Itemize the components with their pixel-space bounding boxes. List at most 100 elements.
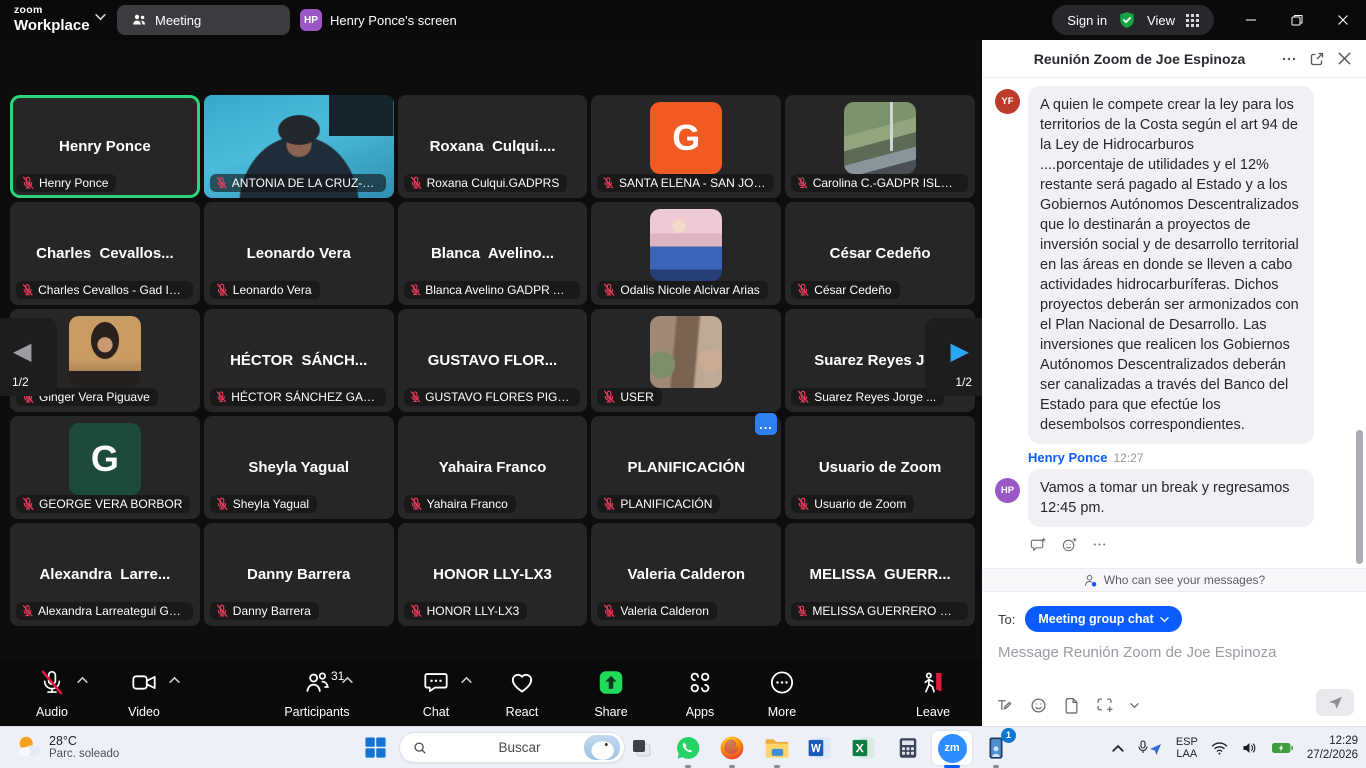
toolbar-leave-button[interactable]: Leave bbox=[897, 667, 969, 721]
chevron-down-icon[interactable] bbox=[95, 13, 106, 21]
toolbar-more-button[interactable]: More bbox=[746, 667, 818, 721]
participant-tile[interactable]: Roxana Culqui....Roxana Culqui.GADPRS bbox=[398, 95, 588, 198]
recipient-selector[interactable]: Meeting group chat bbox=[1025, 606, 1181, 632]
chevron-up-icon[interactable] bbox=[461, 676, 472, 684]
participant-tile[interactable]: Yahaira FrancoYahaira Franco bbox=[398, 416, 588, 519]
calculator-icon bbox=[896, 736, 920, 760]
hidden-icons-chevron[interactable] bbox=[1112, 744, 1124, 753]
restore-button[interactable] bbox=[1274, 0, 1320, 40]
tab-henry-ponces-screen[interactable]: HP Henry Ponce's screen bbox=[300, 5, 457, 35]
participant-tile[interactable]: USER bbox=[591, 309, 781, 412]
close-chat-icon[interactable] bbox=[1337, 51, 1352, 66]
windows-start-button[interactable] bbox=[364, 736, 387, 759]
taskbar-clock[interactable]: 12:29 27/2/2026 bbox=[1307, 734, 1358, 762]
participant-tile[interactable]: HONOR LLY-LX3HONOR LLY-LX3 bbox=[398, 523, 588, 626]
chat-more-button[interactable] bbox=[1281, 51, 1297, 67]
participant-tile[interactable]: MELISSA GUERR...MELISSA GUERRERO GADP... bbox=[785, 523, 975, 626]
participant-tile[interactable]: Alexandra Larre...Alexandra Larreategui … bbox=[10, 523, 200, 626]
toolbar-share-button[interactable]: Share bbox=[575, 667, 647, 721]
toolbar-apps-button[interactable]: Apps bbox=[664, 667, 736, 721]
chat-scrollbar[interactable] bbox=[1356, 430, 1363, 564]
grid-next-page-button[interactable]: ▶ 1/2 bbox=[925, 318, 982, 396]
screenshot-icon[interactable] bbox=[1096, 697, 1113, 714]
participant-tile[interactable]: Henry PonceHenry Ponce bbox=[10, 95, 200, 198]
taskbar-weather-widget[interactable]: 28°C Parc. soleado bbox=[14, 732, 119, 762]
file-icon[interactable] bbox=[1064, 697, 1079, 714]
participant-tile[interactable]: ANTONIA DE LA CRUZ-GA... bbox=[204, 95, 394, 198]
format-icon[interactable] bbox=[996, 697, 1013, 714]
battery-icon[interactable] bbox=[1271, 741, 1294, 755]
privacy-note[interactable]: Who can see your messages? bbox=[982, 568, 1366, 592]
toolbar-chat-button[interactable]: Chat bbox=[400, 667, 472, 721]
chevron-down-icon[interactable] bbox=[1130, 702, 1139, 709]
participant-tile[interactable]: Odalis Nicole Alcivar Arias bbox=[591, 202, 781, 305]
sign-in-button[interactable]: Sign in bbox=[1067, 13, 1107, 28]
system-tray: ESP LAA 12:29 27/2/2026 bbox=[1112, 727, 1358, 768]
minimize-button[interactable] bbox=[1228, 0, 1274, 40]
mic-location-status-icon[interactable] bbox=[1137, 740, 1163, 756]
mic-muted-icon bbox=[602, 390, 616, 404]
participant-tile[interactable]: Valeria CalderonValeria Calderon bbox=[591, 523, 781, 626]
toolbar-react-button[interactable]: React bbox=[486, 667, 558, 721]
chevron-up-icon[interactable] bbox=[342, 676, 353, 684]
taskbar-zoom-icon[interactable]: zm bbox=[932, 731, 972, 765]
more-horizontal-icon[interactable] bbox=[1092, 537, 1107, 552]
participant-tile[interactable]: Blanca Avelino...Blanca Avelino GADPR AN… bbox=[398, 202, 588, 305]
mic-muted-icon bbox=[21, 497, 35, 511]
message-author[interactable]: Henry Ponce bbox=[1028, 450, 1107, 465]
wifi-icon[interactable] bbox=[1211, 741, 1228, 756]
search-highlight-image[interactable] bbox=[584, 735, 620, 760]
taskbar-task-view-icon[interactable] bbox=[622, 731, 662, 765]
participant-tile[interactable]: Usuario de ZoomUsuario de Zoom bbox=[785, 416, 975, 519]
chevron-up-icon[interactable] bbox=[77, 676, 88, 684]
participant-tile[interactable]: GSANTA ELENA - SAN JOSÉ ... bbox=[591, 95, 781, 198]
chat-message-list[interactable]: YF A quien le compete crear la ley para … bbox=[982, 78, 1366, 568]
send-button[interactable] bbox=[1316, 689, 1354, 716]
participant-tile[interactable]: Sheyla YagualSheyla Yagual bbox=[204, 416, 394, 519]
participant-tile[interactable]: Carolina C.-GADPR ISLA SA... bbox=[785, 95, 975, 198]
person-privacy-icon bbox=[1083, 573, 1098, 588]
view-button[interactable]: View bbox=[1147, 13, 1175, 28]
chevron-up-icon[interactable] bbox=[169, 676, 180, 684]
participant-tile[interactable]: Charles Cevallos...Charles Cevallos - Ga… bbox=[10, 202, 200, 305]
language-indicator[interactable]: ESP LAA bbox=[1176, 736, 1198, 760]
tile-options-button[interactable]: ... bbox=[755, 413, 777, 435]
video-grid: Henry PonceHenry PonceANTONIA DE LA CRUZ… bbox=[10, 95, 975, 626]
popout-icon[interactable] bbox=[1309, 51, 1325, 67]
mic-muted-icon bbox=[796, 604, 808, 618]
participant-tile[interactable]: César CedeñoCésar Cedeño bbox=[785, 202, 975, 305]
speaker-icon[interactable] bbox=[1241, 740, 1258, 756]
reply-icon[interactable] bbox=[1030, 536, 1047, 553]
emoji-icon[interactable] bbox=[1030, 697, 1047, 714]
participant-tile[interactable]: GUSTAVO FLOR...GUSTAVO FLORES PIGUAVE bbox=[398, 309, 588, 412]
add-reaction-icon[interactable] bbox=[1061, 536, 1078, 553]
taskbar-phone-link-icon[interactable]: 1 bbox=[976, 731, 1016, 765]
participant-tile[interactable]: GGEORGE VERA BORBOR bbox=[10, 416, 200, 519]
taskbar-excel-icon[interactable] bbox=[844, 731, 884, 765]
participant-photo-avatar bbox=[650, 209, 722, 281]
grid-prev-page-button[interactable]: ◀ 1/2 bbox=[0, 318, 57, 396]
chat-panel: Reunión Zoom de Joe Espinoza YF A quien … bbox=[982, 40, 1366, 726]
message-input[interactable]: Message Reunión Zoom de Joe Espinoza bbox=[982, 632, 1366, 661]
shield-check-icon[interactable] bbox=[1118, 11, 1136, 29]
taskbar-word-icon[interactable] bbox=[800, 731, 840, 765]
mic-muted-icon bbox=[409, 604, 423, 618]
toolbar-video-button[interactable]: Video bbox=[108, 667, 180, 721]
taskbar-firefox-icon[interactable] bbox=[712, 731, 752, 765]
taskbar-calculator-icon[interactable] bbox=[888, 731, 928, 765]
participant-tile[interactable]: PLANIFICACIÓNPLANIFICACIÓN bbox=[591, 416, 781, 519]
taskbar-file-explorer-icon[interactable] bbox=[757, 731, 797, 765]
chat-bubble-icon bbox=[423, 669, 450, 696]
grid-view-icon[interactable] bbox=[1186, 14, 1199, 27]
toolbar-audio-button[interactable]: Audio bbox=[16, 667, 88, 721]
taskbar-whatsapp-icon[interactable] bbox=[668, 731, 708, 765]
participant-tile[interactable]: HÉCTOR SÁNCH...HÉCTOR SÁNCHEZ GAD AT... bbox=[204, 309, 394, 412]
toolbar-button-label: React bbox=[486, 705, 558, 719]
taskbar-search[interactable]: Buscar bbox=[399, 732, 625, 763]
participant-tile[interactable]: Danny BarreraDanny Barrera bbox=[204, 523, 394, 626]
mic-muted-icon bbox=[21, 604, 34, 618]
toolbar-participants-button[interactable]: 31Participants bbox=[281, 667, 353, 721]
tab-meeting[interactable]: Meeting bbox=[117, 5, 290, 35]
close-window-button[interactable] bbox=[1320, 0, 1366, 40]
participant-tile[interactable]: Leonardo VeraLeonardo Vera bbox=[204, 202, 394, 305]
